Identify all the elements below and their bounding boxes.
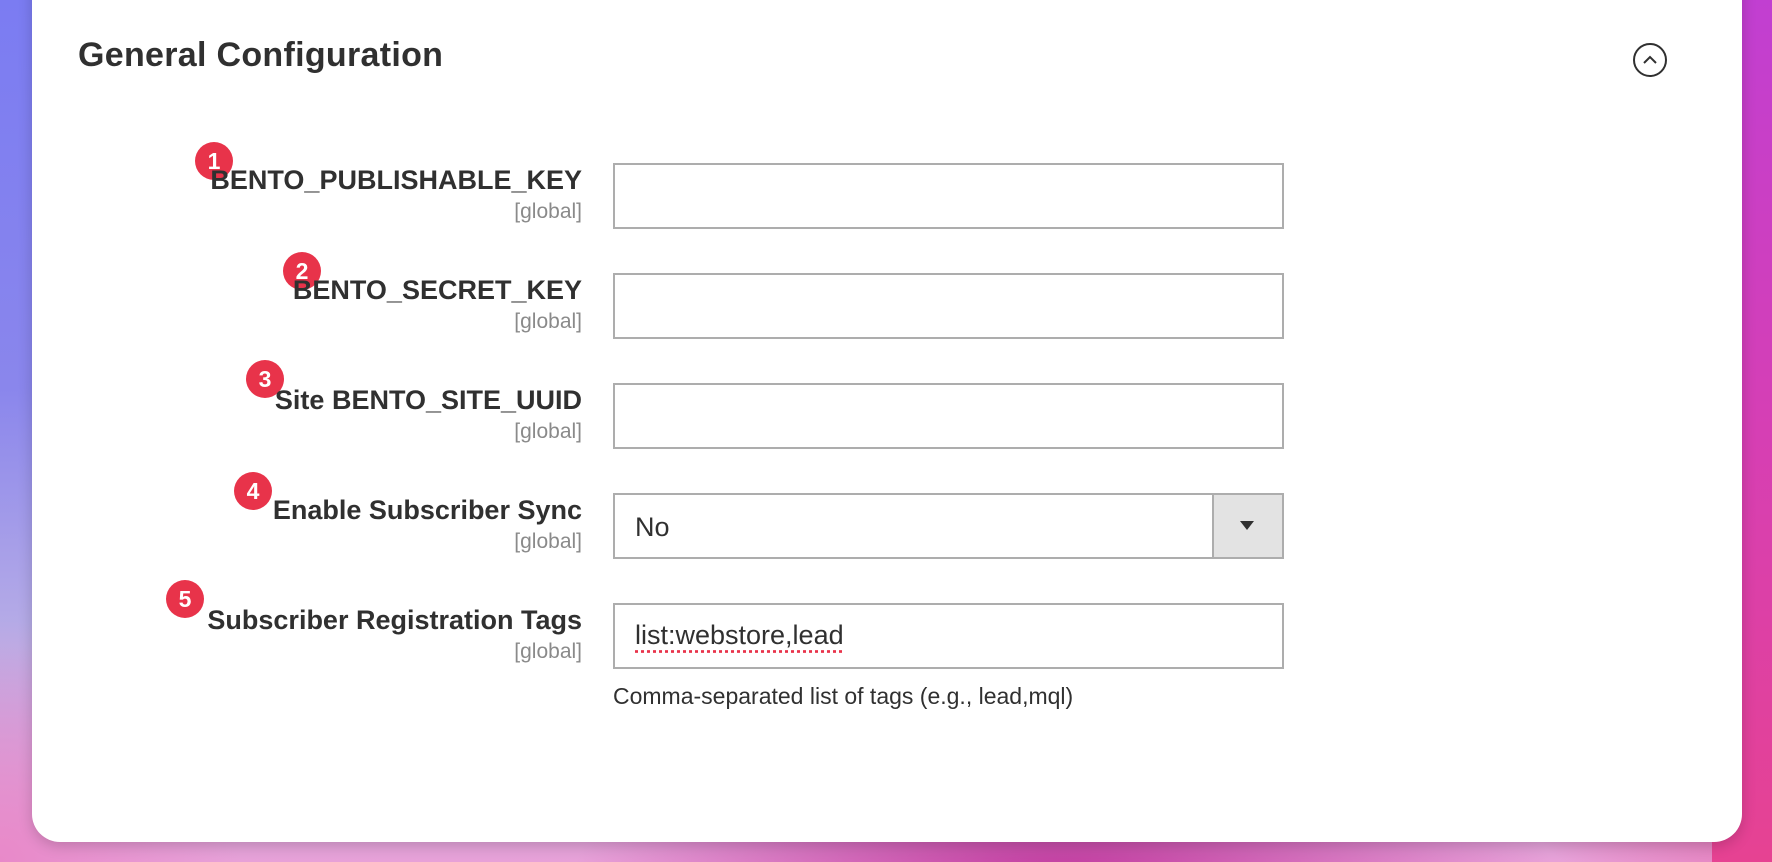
secret-key-input[interactable] [613,273,1284,339]
step-badge-5: 5 [166,580,204,618]
field-label-subscriber-sync: Enable Subscriber Sync [272,495,582,525]
scope-label: [global] [514,640,582,663]
select-arrow-button[interactable] [1212,495,1282,557]
field-label-site-uuid: Site BENTO_SITE_UUID [274,385,582,415]
site-uuid-input[interactable] [613,383,1284,449]
publishable-key-input[interactable] [613,163,1284,229]
scope-label: [global] [514,310,582,333]
scope-label: [global] [514,420,582,443]
collapse-button[interactable] [1633,43,1667,77]
registration-tags-note: Comma-separated list of tags (e.g., lead… [613,683,1074,709]
subscriber-sync-select[interactable]: No [613,493,1284,559]
scope-label: [global] [514,530,582,553]
registration-tags-value: list:webstore,lead [635,620,844,650]
chevron-up-circle-icon [1643,55,1657,64]
step-badge-4: 4 [234,472,272,510]
field-label-publishable-key: BENTO_PUBLISHABLE_KEY [210,165,582,195]
field-label-secret-key: BENTO_SECRET_KEY [292,275,582,305]
select-value: No [635,512,670,542]
field-label-registration-tags: Subscriber Registration Tags [207,605,582,635]
caret-down-icon [1240,521,1254,530]
scope-label: [global] [514,200,582,223]
section-title: General Configuration [78,36,444,74]
